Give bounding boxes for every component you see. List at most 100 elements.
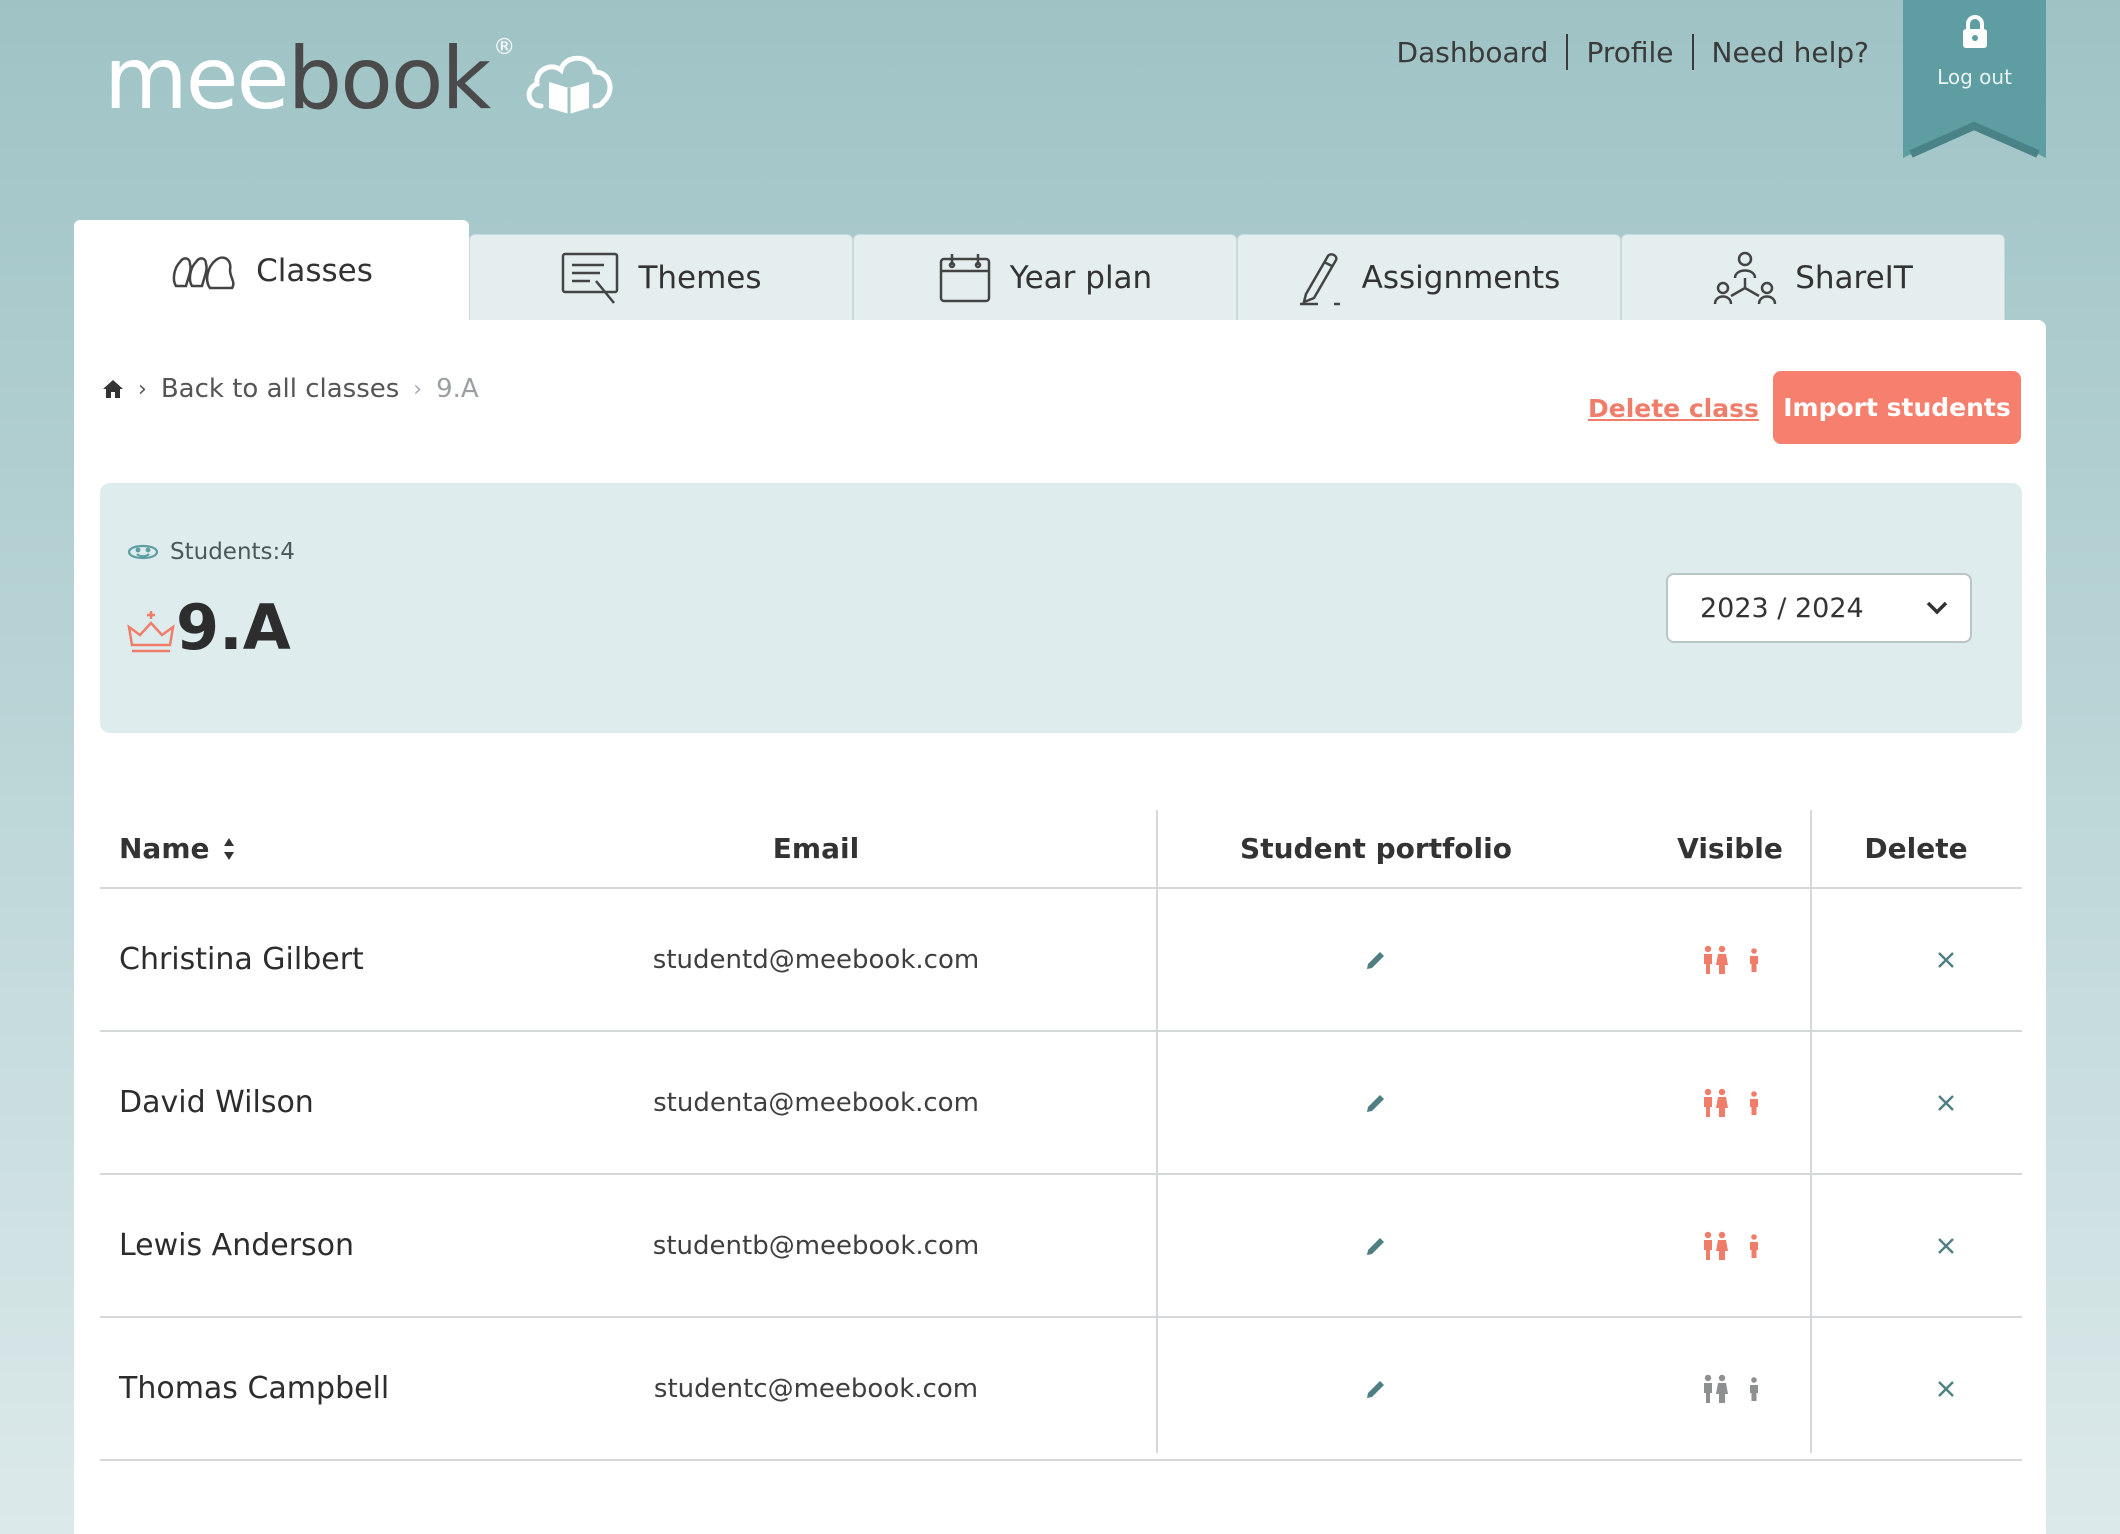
email-column-header: Email (772, 832, 860, 865)
tab-year-plan[interactable]: Year plan (853, 234, 1237, 320)
logo-part-mee: mee (104, 29, 290, 129)
visible-to-student-toggle[interactable] (1748, 947, 1760, 972)
calendar-icon (939, 253, 991, 302)
student-email: studentb@meebook.com (652, 1230, 980, 1261)
pencil-icon (1367, 1094, 1384, 1112)
class-name: 9.A (176, 591, 291, 664)
portfolio-cell (1156, 1318, 1596, 1459)
tab-assignments-label: Assignments (1361, 259, 1561, 296)
tab-year-plan-label: Year plan (1009, 259, 1153, 296)
table-row: David Wilson studenta@meebook.com (100, 1032, 2022, 1175)
tab-shareit-label: ShareIT (1795, 259, 1913, 296)
student-email: studentc@meebook.com (653, 1373, 979, 1404)
chevron-right-icon: › (138, 376, 147, 402)
name-column-header[interactable]: Name (119, 832, 236, 865)
themes-icon (562, 252, 619, 304)
visible-to-student-toggle[interactable] (1748, 1233, 1760, 1258)
visible-to-parents-toggle[interactable] (1700, 1231, 1730, 1261)
visibility-cell (1640, 889, 1820, 1030)
nav-need-help[interactable]: Need help? (1694, 36, 1887, 69)
nav-dashboard[interactable]: Dashboard (1379, 36, 1567, 69)
visible-to-student-toggle[interactable] (1748, 1376, 1760, 1401)
delete-student-button[interactable] (1936, 1093, 1956, 1113)
close-icon (1938, 951, 1954, 968)
parents-icon (1704, 945, 1728, 974)
student-count-label: Students:4 (170, 539, 295, 565)
delete-column-header: Delete (1864, 832, 1968, 865)
edit-portfolio-button[interactable] (1365, 949, 1387, 971)
tab-classes[interactable]: Classes (74, 220, 469, 320)
visibility-cell (1640, 1318, 1820, 1459)
student-icon (1750, 947, 1758, 972)
edit-portfolio-button[interactable] (1365, 1235, 1387, 1257)
delete-student-button[interactable] (1936, 1236, 1956, 1256)
logo-wordmark: meebook (104, 36, 491, 122)
meebook-logo[interactable]: meebook ® (104, 35, 617, 122)
visible-column-header: Visible (1677, 832, 1783, 865)
table-header: Name Email Student portfolio Visible Del… (100, 810, 2022, 889)
delete-cell (1870, 1175, 2022, 1316)
delete-cell (1870, 889, 2022, 1030)
visibility-cell (1640, 1175, 1820, 1316)
student-icon (1750, 1376, 1758, 1401)
portfolio-cell (1156, 1175, 1596, 1316)
student-name: Christina Gilbert (119, 942, 364, 977)
edit-portfolio-button[interactable] (1365, 1378, 1387, 1400)
logout-label: Log out (1937, 65, 2012, 89)
breadcrumb-back-link[interactable]: Back to all classes (161, 374, 399, 404)
delete-cell (1870, 1318, 2022, 1459)
delete-student-button[interactable] (1936, 950, 1956, 970)
visible-to-student-toggle[interactable] (1748, 1090, 1760, 1115)
tab-assignments[interactable]: Assignments (1237, 234, 1621, 320)
registered-mark: ® (493, 35, 516, 60)
school-year-select[interactable]: 2023 / 2024 (1666, 573, 1972, 643)
tab-themes[interactable]: Themes (469, 234, 853, 320)
delete-student-button[interactable] (1936, 1379, 1956, 1399)
home-icon[interactable] (102, 379, 124, 399)
class-title: 9.A (126, 597, 291, 659)
close-icon (1938, 1380, 1954, 1397)
school-year-value: 2023 / 2024 (1700, 592, 1864, 624)
crown-icon (127, 611, 175, 653)
visible-to-parents-toggle[interactable] (1700, 1374, 1730, 1404)
close-icon (1938, 1094, 1954, 1111)
visible-to-parents-toggle[interactable] (1700, 1088, 1730, 1118)
visible-to-parents-toggle[interactable] (1700, 945, 1730, 975)
parents-icon (1704, 1088, 1728, 1117)
tab-shareit[interactable]: ShareIT (1621, 234, 2005, 320)
student-count: Students:4 (126, 539, 295, 565)
import-students-button[interactable]: Import students (1773, 371, 2021, 444)
student-icon (1750, 1233, 1758, 1258)
lock-icon (1962, 15, 1987, 48)
ribbon-chevron-icon (1909, 121, 2040, 158)
student-name: Thomas Campbell (119, 1371, 390, 1406)
pencil-icon (1367, 1237, 1384, 1255)
top-navigation: Dashboard Profile Need help? (1379, 34, 1887, 70)
student-name: David Wilson (119, 1085, 314, 1120)
student-email: studentd@meebook.com (652, 944, 980, 975)
delete-class-link[interactable]: Delete class (1588, 394, 1759, 423)
pencil-icon (1299, 252, 1340, 305)
breadcrumb: › Back to all classes › 9.A (102, 374, 479, 404)
portfolio-cell (1156, 1032, 1596, 1173)
share-network-icon (1713, 251, 1777, 304)
chevron-down-icon (1926, 601, 1948, 615)
chevron-right-icon: › (413, 376, 423, 402)
smiley-face-icon (127, 544, 159, 560)
nav-profile[interactable]: Profile (1568, 36, 1691, 69)
main-tabs: Classes Themes Year plan Assignments Sha… (74, 220, 2005, 320)
parents-icon (1704, 1374, 1728, 1403)
student-email: studenta@meebook.com (653, 1087, 979, 1118)
portfolio-column-header: Student portfolio (1240, 832, 1512, 865)
cloud-book-icon (526, 55, 613, 114)
students-table: Name Email Student portfolio Visible Del… (100, 810, 2022, 1461)
breadcrumb-current: 9.A (436, 374, 479, 404)
student-icon (1750, 1090, 1758, 1115)
class-panel: › Back to all classes › 9.A Delete class… (74, 320, 2046, 1534)
tab-themes-label: Themes (638, 259, 762, 296)
delete-cell (1870, 1032, 2022, 1173)
table-row: Thomas Campbell studentc@meebook.com (100, 1318, 2022, 1461)
close-icon (1938, 1237, 1954, 1254)
logo-part-book: book (287, 29, 492, 129)
edit-portfolio-button[interactable] (1365, 1092, 1387, 1114)
